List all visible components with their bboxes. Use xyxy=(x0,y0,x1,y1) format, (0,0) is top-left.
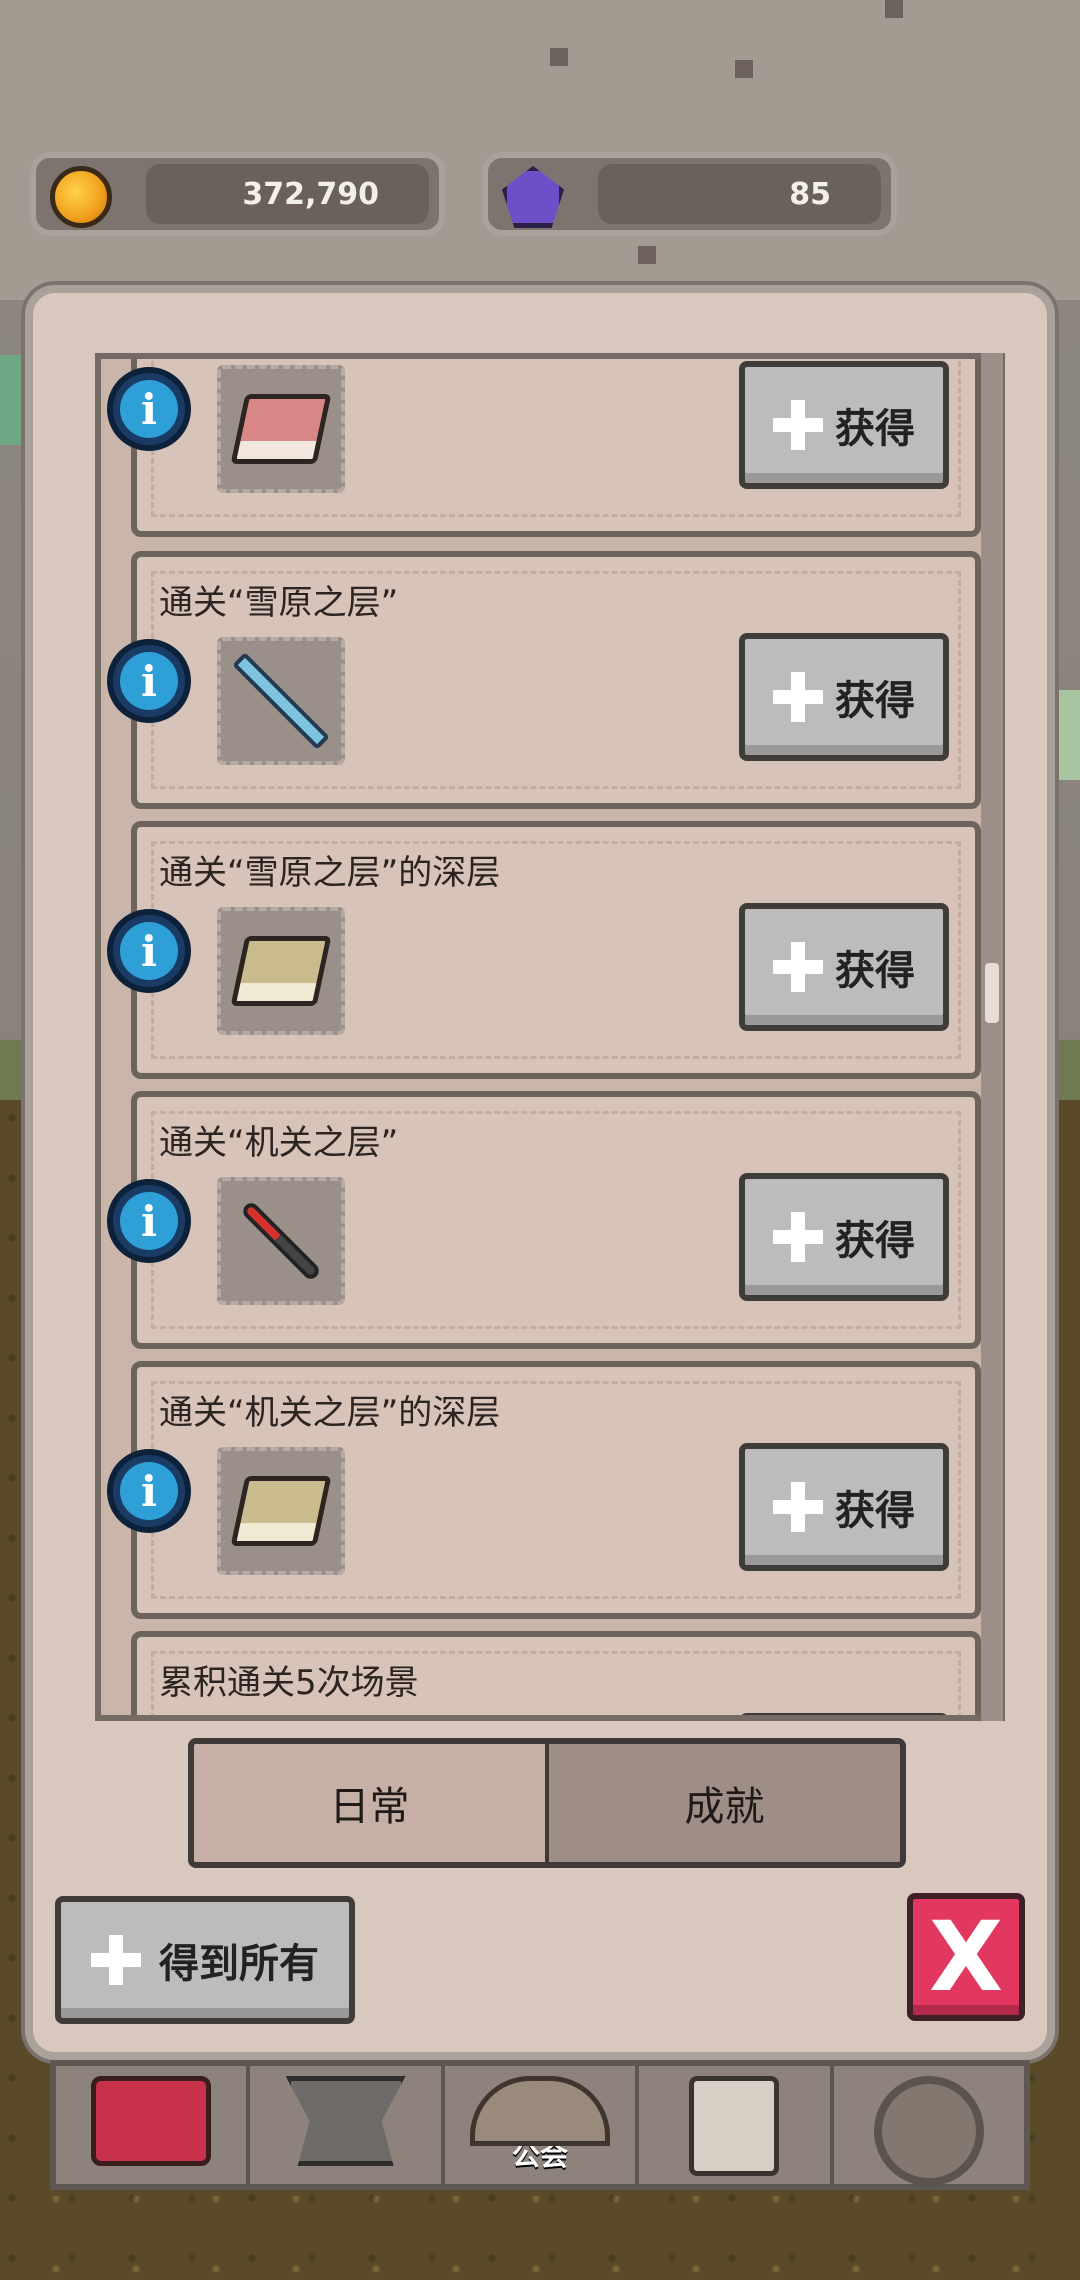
claim-button[interactable]: 获得 xyxy=(739,633,949,761)
quest-title: 累积通关5次场景 xyxy=(159,1663,419,1703)
quest-tabs: 日常 成就 xyxy=(188,1738,906,1868)
claim-label: 获得 xyxy=(835,1488,915,1534)
claim-button[interactable]: 获得 xyxy=(739,1443,949,1571)
quest-title: 通关“雪原之层” xyxy=(159,583,399,623)
claim-label: 获得 xyxy=(835,1218,915,1264)
claim-label: 获得 xyxy=(835,948,915,994)
reward-slot xyxy=(217,1177,345,1305)
claim-button[interactable]: 获得 xyxy=(739,903,949,1031)
quest-title: 通关“机关之层” xyxy=(159,1123,399,1163)
scrollbar[interactable] xyxy=(981,353,1003,1721)
close-button[interactable]: X xyxy=(907,1893,1025,2021)
get-all-button[interactable]: 得到所有 xyxy=(55,1896,355,2024)
background-tower xyxy=(0,0,1080,300)
background-detail xyxy=(735,60,753,78)
quest-title: 通关“机关之层”的深层 xyxy=(159,1393,501,1433)
purple-gem-icon xyxy=(502,166,564,228)
reward-slot xyxy=(217,365,345,493)
reward-slot xyxy=(217,1447,345,1575)
info-icon[interactable]: i xyxy=(107,1179,191,1263)
background-foliage xyxy=(0,355,22,445)
plus-icon xyxy=(773,400,823,450)
info-icon[interactable]: i xyxy=(107,909,191,993)
quest-card: i 获得 xyxy=(107,359,981,537)
nav-guild[interactable]: 公会 xyxy=(445,2066,640,2184)
gear-icon xyxy=(873,2076,984,2186)
quest-list[interactable]: i 获得 通关“雪原之层” i 获得 通关“雪原之层”的深层 i 获得 通关“机… xyxy=(95,353,1005,1721)
scroll-thumb[interactable] xyxy=(985,963,999,1023)
background-detail xyxy=(638,246,656,264)
background-detail xyxy=(885,0,903,18)
ice-sword-icon xyxy=(232,652,330,750)
plus-icon xyxy=(773,1482,823,1532)
quest-title: 通关“雪原之层”的深层 xyxy=(159,853,501,893)
gold-coin-icon xyxy=(50,166,112,228)
claim-button[interactable]: 获得 xyxy=(739,361,949,489)
plus-icon xyxy=(773,672,823,722)
tan-book-icon xyxy=(230,1476,332,1546)
scroll-icon xyxy=(689,2076,780,2176)
tab-daily[interactable]: 日常 xyxy=(194,1744,549,1862)
nav-chest[interactable] xyxy=(56,2066,251,2184)
claim-button[interactable]: 获得 xyxy=(739,1173,949,1301)
plus-icon xyxy=(773,1212,823,1262)
nav-scroll[interactable] xyxy=(639,2066,834,2184)
claim-label: 获得 xyxy=(835,678,915,724)
tab-achievements[interactable]: 成就 xyxy=(549,1744,900,1862)
quest-card: 通关“机关之层”的深层 i 获得 xyxy=(107,1361,981,1619)
plus-icon xyxy=(91,1935,141,1985)
nav-settings[interactable] xyxy=(834,2066,1024,2186)
background-detail xyxy=(550,48,568,66)
reward-slot xyxy=(217,637,345,765)
gold-amount: 372,790 xyxy=(146,164,429,224)
info-icon[interactable]: i xyxy=(107,367,191,451)
claim-label: 获得 xyxy=(835,406,915,452)
plus-icon xyxy=(773,942,823,992)
claim-button[interactable] xyxy=(739,1713,949,1715)
info-icon[interactable]: i xyxy=(107,639,191,723)
guild-building-icon xyxy=(470,2076,611,2146)
info-icon[interactable]: i xyxy=(107,1719,191,1721)
quest-card: 累积通关5次场景 i xyxy=(131,1631,981,1721)
treasure-chest-icon xyxy=(91,2076,212,2166)
close-icon: X xyxy=(928,1901,1003,2013)
quest-card: 通关“雪原之层”的深层 i 获得 xyxy=(107,821,981,1079)
get-all-label: 得到所有 xyxy=(159,1941,319,1987)
gold-counter: 372,790 xyxy=(30,152,445,236)
quest-panel: i 获得 通关“雪原之层” i 获得 通关“雪原之层”的深层 i 获得 通关“机… xyxy=(25,285,1055,2060)
anvil-icon xyxy=(285,2076,406,2166)
reward-slot xyxy=(217,1717,345,1721)
reward-slot xyxy=(217,907,345,1035)
background-foliage xyxy=(1058,690,1080,780)
quest-card: 通关“雪原之层” i 获得 xyxy=(107,551,981,809)
quest-card: 通关“机关之层” i 获得 xyxy=(107,1091,981,1349)
gem-counter: 85 xyxy=(482,152,897,236)
info-icon[interactable]: i xyxy=(107,1449,191,1533)
tan-book-icon xyxy=(230,936,332,1006)
red-dagger-icon xyxy=(239,1199,323,1283)
nav-forge[interactable] xyxy=(250,2066,445,2184)
red-book-icon xyxy=(230,394,332,464)
bottom-nav: 公会 xyxy=(50,2060,1030,2190)
gem-amount: 85 xyxy=(598,164,881,224)
